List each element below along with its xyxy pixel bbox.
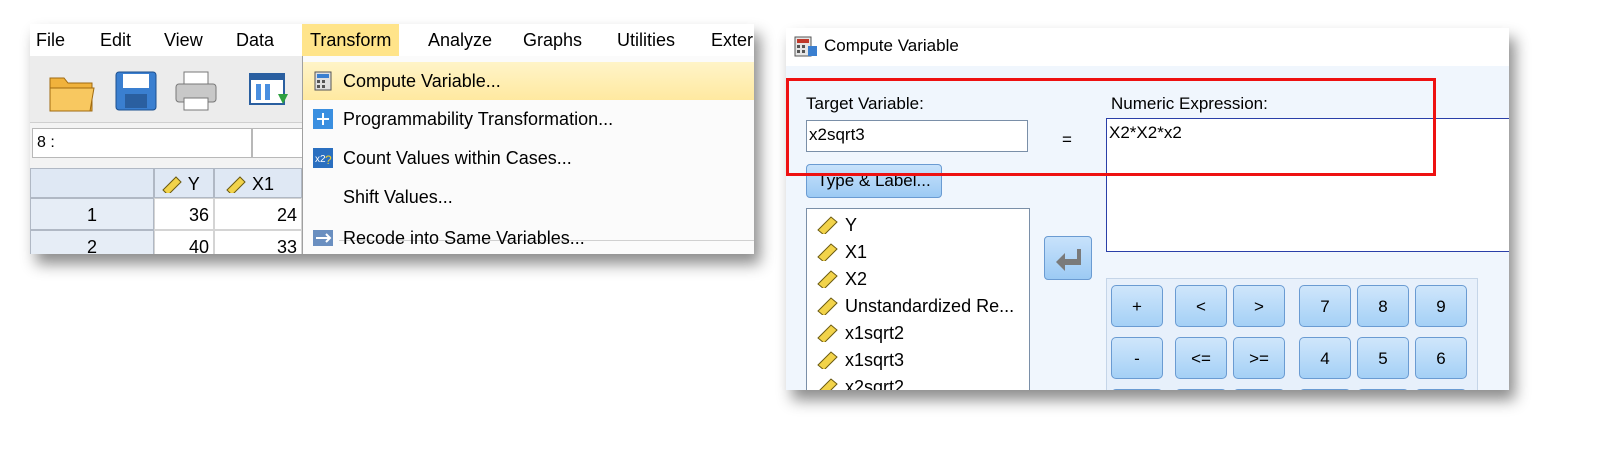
variable-name: Y	[845, 215, 858, 235]
table-cell[interactable]: 33	[214, 230, 302, 254]
scale-ruler-icon	[819, 378, 838, 390]
key-less-than[interactable]: <	[1175, 285, 1227, 327]
calculator-icon	[314, 71, 332, 91]
list-item[interactable]: Unstandardized Re...	[817, 296, 1014, 317]
dialog-titlebar: Compute Variable	[786, 28, 1509, 66]
scale-ruler-icon	[817, 324, 838, 342]
recode-icon	[313, 230, 333, 246]
grid-corner	[30, 168, 154, 198]
menu-utilities[interactable]: Utilities	[617, 30, 675, 51]
menu-view[interactable]: View	[164, 30, 203, 51]
key-partial[interactable]	[1175, 389, 1227, 390]
key-8[interactable]: 8	[1357, 285, 1409, 327]
scale-ruler-icon	[817, 243, 838, 261]
column-label: X1	[252, 174, 275, 194]
key-7[interactable]: 7	[1299, 285, 1351, 327]
key-partial[interactable]	[1357, 389, 1409, 390]
menu-item-recode-same[interactable]: Recode into Same Variables...	[303, 219, 754, 254]
table-cell[interactable]: 36	[154, 198, 214, 230]
key-6[interactable]: 6	[1415, 337, 1467, 379]
menu-file[interactable]: File	[36, 30, 65, 51]
scale-ruler-icon	[162, 176, 182, 196]
column-header-y[interactable]: Y	[154, 168, 214, 198]
dialog-recall-icon[interactable]	[246, 68, 294, 114]
data-grid: Y X1 1 36 24 2 40 33	[30, 168, 302, 254]
menu-item-label: Shift Values...	[343, 187, 453, 207]
menu-bar: File Edit View Data Transform Analyze Gr…	[30, 24, 754, 56]
count-icon: x2 ?	[313, 148, 333, 168]
menu-item-compute-variable[interactable]: Compute Variable...	[303, 62, 754, 100]
menu-item-shift-values[interactable]: Shift Values...	[303, 178, 754, 216]
variable-name: x1sqrt2	[845, 323, 905, 343]
dialog-title: Compute Variable	[824, 36, 959, 55]
variable-name: X1	[845, 242, 868, 262]
print-icon[interactable]	[172, 68, 220, 114]
scale-ruler-icon	[817, 270, 838, 288]
variable-name: x1sqrt3	[845, 350, 905, 370]
menu-item-programmability[interactable]: Programmability Transformation...	[303, 100, 754, 138]
cell-reference: 8 :	[32, 128, 252, 158]
save-icon[interactable]	[112, 68, 160, 114]
key-plus[interactable]: +	[1111, 285, 1163, 327]
transform-menu: Compute Variable... Programmability Tran…	[302, 56, 754, 254]
data-editor-window: File Edit View Data Transform Analyze Gr…	[30, 24, 754, 254]
menu-transform[interactable]: Transform	[302, 24, 400, 56]
scale-ruler-icon	[817, 351, 838, 369]
menu-item-label: Count Values within Cases...	[343, 148, 572, 168]
menu-analyze[interactable]: Analyze	[428, 30, 492, 51]
variable-list[interactable]: Y X1 X2 Unstandardized Re... x1sqrt2 x1s…	[806, 208, 1030, 390]
key-5[interactable]: 5	[1357, 337, 1409, 379]
row-header[interactable]: 1	[30, 198, 154, 230]
menu-item-label: Compute Variable...	[343, 71, 501, 91]
key-partial[interactable]	[1299, 389, 1351, 390]
key-partial[interactable]	[1415, 389, 1467, 390]
menu-extensions[interactable]: Exter	[711, 30, 753, 51]
variable-name: X2	[845, 269, 868, 289]
list-item[interactable]: Y	[817, 215, 857, 236]
menu-item-label: Programmability Transformation...	[343, 109, 614, 129]
key-4[interactable]: 4	[1299, 337, 1351, 379]
list-item[interactable]: x1sqrt2	[817, 323, 904, 344]
plus-icon	[313, 109, 333, 129]
scale-ruler-icon	[817, 297, 838, 315]
table-cell[interactable]: 40	[154, 230, 214, 254]
column-label: Y	[187, 174, 200, 194]
calculator-keypad: + < > 7 8 9 - <= >= 4 5 6	[1106, 278, 1478, 390]
variable-name: Unstandardized Re...	[845, 296, 1015, 316]
move-to-expression-button[interactable]	[1044, 236, 1092, 280]
key-minus[interactable]: -	[1111, 337, 1163, 379]
variable-name: x2sqrt2	[845, 377, 905, 390]
open-folder-icon[interactable]	[48, 68, 96, 114]
menu-graphs[interactable]: Graphs	[523, 30, 582, 51]
list-item[interactable]: X2	[817, 269, 867, 290]
key-partial[interactable]	[1233, 389, 1285, 390]
key-greater-than[interactable]: >	[1233, 285, 1285, 327]
menu-data[interactable]: Data	[236, 30, 274, 51]
list-item[interactable]: X1	[817, 242, 867, 263]
scale-ruler-icon	[817, 216, 838, 234]
menu-item-count-values[interactable]: x2 ? Count Values within Cases...	[303, 139, 754, 177]
list-item[interactable]: x1sqrt3	[817, 350, 904, 371]
arrow-left-icon	[1056, 249, 1081, 271]
key-greater-equal[interactable]: >=	[1233, 337, 1285, 379]
compute-variable-dialog: Compute Variable Target Variable: x2sqrt…	[786, 28, 1509, 390]
svg-text:?: ?	[325, 153, 332, 167]
toolbar	[30, 56, 302, 123]
scale-ruler-icon	[226, 176, 246, 196]
highlight-box	[786, 78, 1436, 176]
menu-edit[interactable]: Edit	[100, 30, 131, 51]
key-9[interactable]: 9	[1415, 285, 1467, 327]
key-partial[interactable]	[1111, 389, 1163, 390]
key-less-equal[interactable]: <=	[1175, 337, 1227, 379]
column-header-x1[interactable]: X1	[214, 168, 302, 198]
calculator-icon	[794, 36, 817, 57]
menu-item-label: Recode into Same Variables...	[343, 228, 585, 248]
row-header[interactable]: 2	[30, 230, 154, 254]
table-cell[interactable]: 24	[214, 198, 302, 230]
list-item[interactable]: x2sqrt2	[817, 377, 904, 390]
